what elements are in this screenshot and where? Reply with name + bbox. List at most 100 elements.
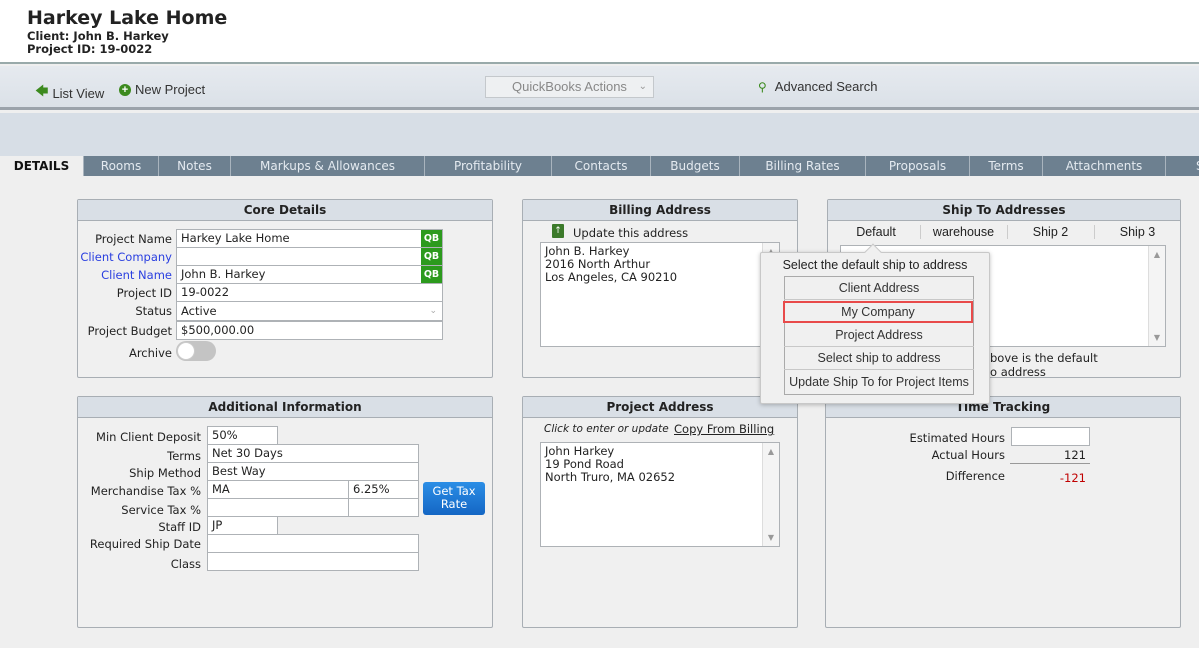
service-tax-label: Service Tax % <box>121 503 201 517</box>
ship-to-note: bove is the default o address <box>990 351 1098 379</box>
chevron-down-icon: ⌄ <box>429 306 437 316</box>
staff-id-input[interactable]: JP <box>207 516 278 535</box>
tab-billing-rates[interactable]: Billing Rates <box>739 156 865 176</box>
list-view-button[interactable]: 🡄 List View <box>35 82 104 104</box>
project-budget-label: Project Budget <box>87 324 172 338</box>
new-project-label: New Project <box>135 82 206 97</box>
new-project-button[interactable]: + New Project <box>119 82 205 97</box>
address-line: North Truro, MA 02652 <box>545 470 676 484</box>
option-select-ship-to-address[interactable]: Select ship to address <box>784 347 974 370</box>
qb-project-name-button[interactable]: QB <box>421 230 442 247</box>
service-tax-rate-input[interactable] <box>348 498 419 517</box>
project-name-input[interactable]: Harkey Lake Home <box>176 229 443 248</box>
billing-address-textarea[interactable]: John B. Harkey 2016 North Arthur Los Ang… <box>540 242 780 347</box>
required-ship-date-label: Required Ship Date <box>89 537 201 551</box>
archive-toggle[interactable] <box>176 341 216 361</box>
tab-notes[interactable]: Notes <box>158 156 230 176</box>
class-input[interactable] <box>207 552 419 571</box>
terms-input[interactable]: Net 30 Days <box>207 444 419 463</box>
project-budget-input[interactable]: $500,000.00 <box>176 321 443 340</box>
advanced-search-button[interactable]: ⚲ Advanced Search <box>758 79 877 94</box>
qb-client-name-button[interactable]: QB <box>421 266 442 283</box>
panel-title: Project Address <box>523 397 797 418</box>
difference-label: Difference <box>945 469 1005 483</box>
option-project-address[interactable]: Project Address <box>784 324 974 347</box>
difference-value: -121 <box>1059 471 1086 485</box>
option-update-ship-to-project-items[interactable]: Update Ship To for Project Items <box>784 371 974 394</box>
staff-id-label: Staff ID <box>158 520 201 534</box>
panel-title: Billing Address <box>523 200 797 221</box>
panel-title: Core Details <box>78 200 492 221</box>
toolbar: 🡄 List View + New Project QuickBooks Act… <box>0 66 1199 110</box>
copy-from-billing-link[interactable]: Copy From Billing <box>674 422 774 436</box>
service-tax-state-input[interactable] <box>207 498 349 517</box>
ship-tab-warehouse[interactable]: warehouse <box>920 225 1006 239</box>
tab-profitability[interactable]: Profitability <box>424 156 551 176</box>
tab-bar: DETAILS Rooms Notes Markups & Allowances… <box>0 156 1199 177</box>
tab-details[interactable]: DETAILS <box>0 156 83 177</box>
chevron-down-icon: ⌄ <box>638 81 647 92</box>
get-tax-rate-button[interactable]: Get Tax Rate <box>423 482 485 515</box>
arrow-left-icon: 🡄 <box>35 83 49 98</box>
divider <box>1010 463 1090 464</box>
address-line: Los Angeles, CA 90210 <box>545 270 678 284</box>
merchandise-tax-state-input[interactable]: MA <box>207 480 349 499</box>
scrollbar[interactable]: ▲ ▼ <box>762 443 779 546</box>
plus-circle-icon: + <box>119 83 131 96</box>
merchandise-tax-label: Merchandise Tax % <box>90 484 201 498</box>
tab-budgets[interactable]: Budgets <box>650 156 739 176</box>
scrollbar[interactable]: ▲ ▼ <box>1148 246 1165 346</box>
tab-proposals[interactable]: Proposals <box>865 156 969 176</box>
tab-attachments[interactable]: Attachments <box>1042 156 1165 176</box>
client-line: Client: John B. Harkey <box>27 29 169 43</box>
search-icon: ⚲ <box>758 79 767 94</box>
popup-title: Select the default ship to address <box>782 258 968 272</box>
panel-title: Ship To Addresses <box>828 200 1180 221</box>
archive-label: Archive <box>128 346 172 360</box>
toggle-knob <box>177 342 195 360</box>
option-client-address[interactable]: Client Address <box>784 277 974 300</box>
note-line: o address <box>990 365 1046 379</box>
ship-method-input[interactable]: Best Way <box>207 462 419 481</box>
quickbooks-actions-label: QuickBooks Actions <box>512 79 627 94</box>
min-client-deposit-input[interactable]: 50% <box>207 426 278 445</box>
list-view-label: List View <box>52 85 105 101</box>
client-company-input[interactable] <box>176 247 443 266</box>
page-title: Harkey Lake Home <box>27 7 228 29</box>
header-band <box>0 113 1199 156</box>
ship-tab-2[interactable]: Ship 2 <box>1007 225 1093 239</box>
default-ship-to-popup: Select the default ship to address Clien… <box>760 243 990 404</box>
status-select[interactable]: Active ⌄ <box>176 301 443 321</box>
ship-tab-default[interactable]: Default <box>836 225 916 239</box>
update-address-icon[interactable]: ↑ <box>552 224 564 238</box>
project-address-hint: Click to enter or update <box>544 423 669 435</box>
tab-more[interactable]: S <box>1165 156 1199 176</box>
panel-title: Additional Information <box>78 397 492 418</box>
project-id-input[interactable]: 19-0022 <box>176 283 443 302</box>
update-address-link[interactable]: Update this address <box>573 226 688 240</box>
tab-rooms[interactable]: Rooms <box>83 156 158 176</box>
project-address-textarea[interactable]: John Harkey 19 Pond Road North Truro, MA… <box>540 442 780 547</box>
client-company-link[interactable]: Client Company <box>60 250 172 264</box>
quickbooks-actions-dropdown[interactable]: QuickBooks Actions ⌄ <box>485 76 654 98</box>
ship-tab-3[interactable]: Ship 3 <box>1094 225 1180 239</box>
tab-contacts[interactable]: Contacts <box>551 156 650 176</box>
class-label: Class <box>170 557 201 571</box>
required-ship-date-input[interactable] <box>207 534 419 553</box>
note-line: bove is the default <box>990 351 1098 365</box>
estimated-hours-input[interactable] <box>1011 427 1090 446</box>
client-name-link[interactable]: Client Name <box>60 268 172 282</box>
min-client-deposit-label: Min Client Deposit <box>96 430 201 444</box>
tab-terms[interactable]: Terms <box>969 156 1042 176</box>
actual-hours-label: Actual Hours <box>931 448 1005 462</box>
advanced-search-label: Advanced Search <box>774 79 878 94</box>
option-my-company[interactable]: My Company <box>783 301 973 323</box>
qb-client-company-button[interactable]: QB <box>421 248 442 265</box>
tab-markups-allowances[interactable]: Markups & Allowances <box>230 156 424 176</box>
project-header: Harkey Lake Home Client: John B. Harkey … <box>0 0 1199 64</box>
ship-method-label: Ship Method <box>129 466 201 480</box>
actual-hours-value: 121 <box>1064 448 1086 462</box>
terms-label: Terms <box>167 449 201 463</box>
client-name-input[interactable]: John B. Harkey <box>176 265 443 284</box>
merchandise-tax-rate-input[interactable]: 6.25% <box>348 480 419 499</box>
